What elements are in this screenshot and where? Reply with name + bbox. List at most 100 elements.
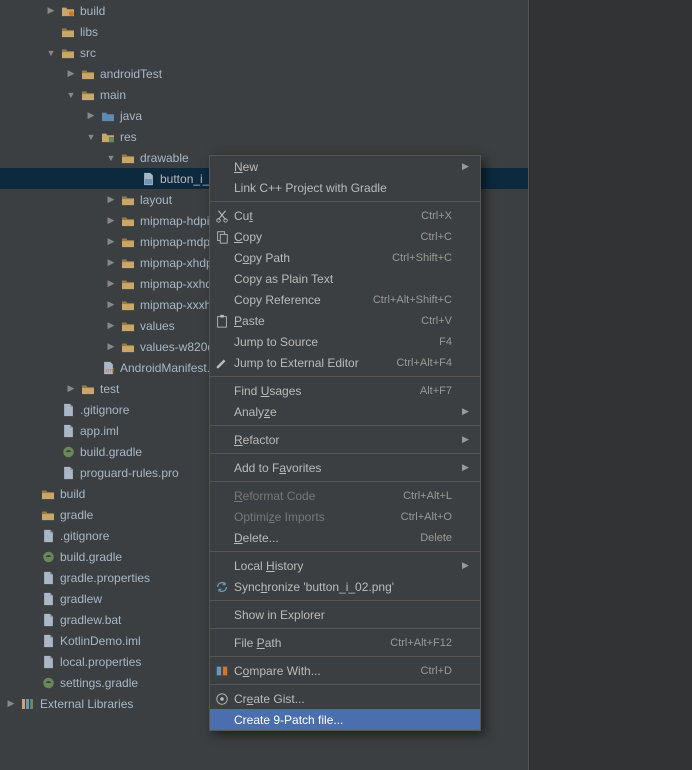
expand-arrow-icon[interactable]	[104, 256, 118, 270]
tree-item-label: KotlinDemo.iml	[58, 634, 141, 648]
expand-arrow-icon	[24, 613, 38, 627]
expand-arrow-icon[interactable]	[44, 4, 58, 18]
tree-item[interactable]: main	[0, 84, 528, 105]
menu-separator	[210, 425, 480, 426]
menu-item[interactable]: Synchronize 'button_i_02.png'	[210, 576, 480, 597]
menu-item[interactable]: Refactor▶	[210, 429, 480, 450]
expand-arrow-icon[interactable]	[104, 319, 118, 333]
expand-arrow-icon[interactable]	[104, 277, 118, 291]
menu-item[interactable]: Create Gist...	[210, 688, 480, 709]
menu-item-label: Copy Reference	[234, 293, 373, 307]
folder-icon	[120, 297, 136, 313]
tree-item[interactable]: libs	[0, 21, 528, 42]
expand-arrow-icon	[24, 550, 38, 564]
tree-item[interactable]: build	[0, 0, 528, 21]
expand-arrow-icon	[24, 529, 38, 543]
folder-icon	[120, 192, 136, 208]
editor-panel	[530, 0, 692, 770]
tree-item-label: gradle	[58, 508, 93, 522]
menu-item[interactable]: File PathCtrl+Alt+F12	[210, 632, 480, 653]
menu-item-label: Reformat Code	[234, 489, 403, 503]
tree-item-label: androidTest	[98, 67, 162, 81]
expand-arrow-icon	[24, 508, 38, 522]
folder-icon	[120, 339, 136, 355]
menu-item[interactable]: Copy ReferenceCtrl+Alt+Shift+C	[210, 289, 480, 310]
sync-icon	[210, 580, 234, 594]
menu-item-shortcut: F4	[439, 336, 462, 348]
tree-item[interactable]: res	[0, 126, 528, 147]
menu-item-shortcut: Ctrl+Alt+Shift+C	[373, 294, 462, 306]
menu-item-shortcut: Ctrl+X	[421, 210, 462, 222]
menu-item[interactable]: Show in Explorer	[210, 604, 480, 625]
menu-item-shortcut: Delete	[420, 532, 462, 544]
menu-item[interactable]: New▶	[210, 156, 480, 177]
tree-item[interactable]: src	[0, 42, 528, 63]
tree-item-label: drawable	[138, 151, 189, 165]
file-iml-icon	[60, 423, 76, 439]
menu-item[interactable]: Copy as Plain Text	[210, 268, 480, 289]
menu-item[interactable]: PasteCtrl+V	[210, 310, 480, 331]
menu-item-shortcut: Ctrl+Shift+C	[392, 252, 462, 264]
menu-item-label: Create 9-Patch file...	[234, 713, 462, 727]
file-png-icon	[140, 171, 156, 187]
folder-dot-icon	[60, 3, 76, 19]
expand-arrow-icon[interactable]	[64, 67, 78, 81]
menu-item[interactable]: Jump to External EditorCtrl+Alt+F4	[210, 352, 480, 373]
menu-item[interactable]: Add to Favorites▶	[210, 457, 480, 478]
tree-item[interactable]: java	[0, 105, 528, 126]
expand-arrow-icon[interactable]	[64, 88, 78, 102]
tree-item[interactable]: androidTest	[0, 63, 528, 84]
menu-item[interactable]: Compare With...Ctrl+D	[210, 660, 480, 681]
expand-arrow-icon[interactable]	[104, 214, 118, 228]
menu-item-label: Copy as Plain Text	[234, 272, 462, 286]
tree-item-label: build	[58, 487, 85, 501]
expand-arrow-icon	[44, 445, 58, 459]
menu-item[interactable]: Link C++ Project with Gradle	[210, 177, 480, 198]
tree-item-label: gradle.properties	[58, 571, 150, 585]
menu-item[interactable]: Jump to SourceF4	[210, 331, 480, 352]
menu-item-label: Copy Path	[234, 251, 392, 265]
menu-separator	[210, 551, 480, 552]
tree-item-label: res	[118, 130, 137, 144]
menu-item[interactable]: CopyCtrl+C	[210, 226, 480, 247]
expand-arrow-icon[interactable]	[44, 46, 58, 60]
expand-arrow-icon[interactable]	[64, 382, 78, 396]
menu-item[interactable]: CutCtrl+X	[210, 205, 480, 226]
expand-arrow-icon[interactable]	[84, 109, 98, 123]
submenu-arrow-icon: ▶	[462, 434, 480, 445]
menu-item-label: Create Gist...	[234, 692, 462, 706]
menu-item-label: Add to Favorites	[234, 461, 462, 475]
file-pro-icon	[60, 465, 76, 481]
file-gradle-icon	[40, 549, 56, 565]
tree-item-label: layout	[138, 193, 172, 207]
file-prop-icon	[40, 654, 56, 670]
menu-separator	[210, 376, 480, 377]
expand-arrow-icon[interactable]	[4, 697, 18, 711]
menu-item-label: File Path	[234, 636, 390, 650]
menu-item-label: Analyze	[234, 405, 462, 419]
context-menu[interactable]: New▶Link C++ Project with Gradle CutCtrl+…	[209, 155, 481, 731]
tree-item-label: values	[138, 319, 175, 333]
submenu-arrow-icon: ▶	[462, 462, 480, 473]
expand-arrow-icon[interactable]	[84, 130, 98, 144]
menu-separator	[210, 684, 480, 685]
menu-item[interactable]: Find UsagesAlt+F7	[210, 380, 480, 401]
menu-item[interactable]: Local History▶	[210, 555, 480, 576]
expand-arrow-icon[interactable]	[104, 193, 118, 207]
tree-item-label: External Libraries	[38, 697, 133, 711]
menu-item[interactable]: Copy PathCtrl+Shift+C	[210, 247, 480, 268]
folder-res-icon	[100, 129, 116, 145]
menu-item[interactable]: Create 9-Patch file...	[210, 709, 480, 730]
expand-arrow-icon[interactable]	[104, 298, 118, 312]
submenu-arrow-icon: ▶	[462, 161, 480, 172]
tree-item-label: libs	[78, 25, 98, 39]
menu-item[interactable]: Delete...Delete	[210, 527, 480, 548]
menu-item-label: Jump to External Editor	[234, 356, 396, 370]
menu-item[interactable]: Analyze▶	[210, 401, 480, 422]
expand-arrow-icon[interactable]	[104, 235, 118, 249]
expand-arrow-icon[interactable]	[104, 151, 118, 165]
menu-separator	[210, 453, 480, 454]
expand-arrow-icon[interactable]	[104, 340, 118, 354]
menu-item-shortcut: Ctrl+D	[421, 665, 462, 677]
tree-item-label: java	[118, 109, 142, 123]
